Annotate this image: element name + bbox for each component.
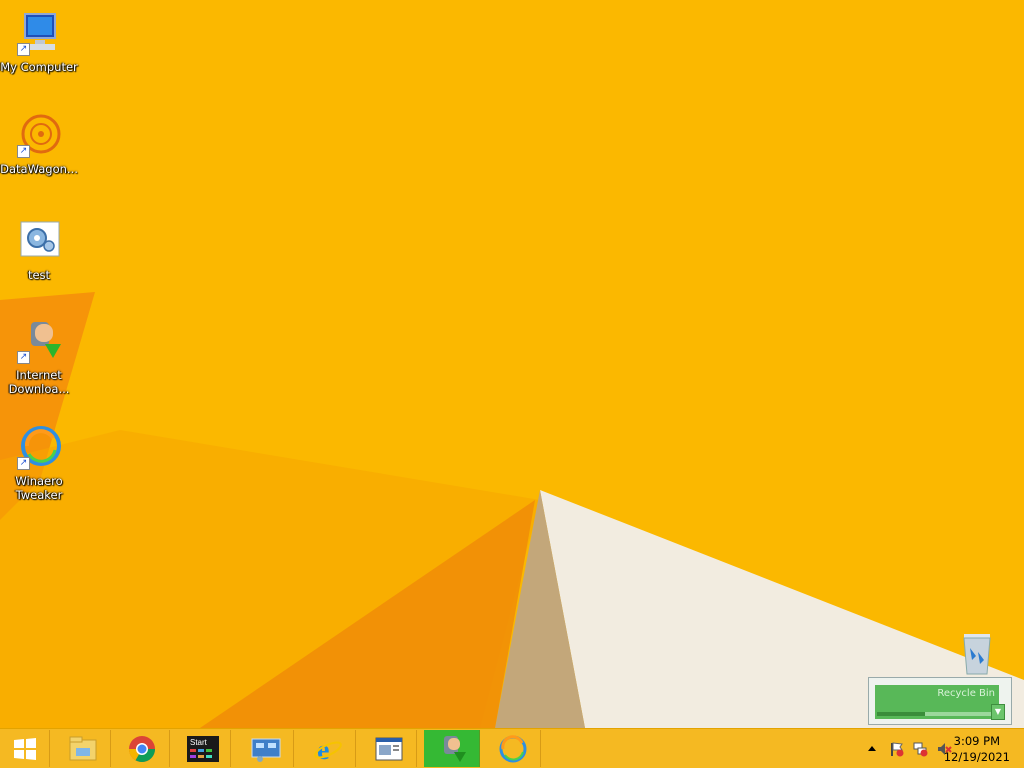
start-screen-button[interactable]: Start: [175, 730, 231, 767]
desktop-icon-datawagon[interactable]: ↗ DataWagon...: [0, 112, 78, 176]
shortcut-arrow-icon: ↗: [17, 457, 30, 470]
desktop-icon-internet-download-manager[interactable]: ↗ Internet Downloa...: [0, 318, 78, 396]
internet-explorer-icon: e: [313, 735, 342, 764]
desktop-icon-winaero-tweaker[interactable]: ↗ Winaero Tweaker: [0, 424, 78, 502]
file-explorer-button[interactable]: [55, 730, 111, 767]
action-center-flag-icon[interactable]: [888, 741, 904, 757]
computer-icon: ↗: [15, 10, 63, 58]
desktop-icon-label: test: [27, 268, 51, 282]
clock[interactable]: 3:09 PM 12/19/2021: [944, 733, 1010, 765]
clock-date: 12/19/2021: [943, 750, 1010, 764]
chevron-down-icon[interactable]: ▼: [991, 704, 1005, 720]
clock-time: 3:09 PM: [953, 734, 1001, 748]
winaero-tweaker-button[interactable]: [485, 730, 541, 767]
network-icon[interactable]: [912, 741, 928, 757]
system-tray: 3:09 PM 12/19/2021: [844, 729, 1024, 769]
settings-file-icon: [15, 218, 63, 266]
chrome-icon: [128, 735, 155, 762]
internet-explorer-button[interactable]: e: [300, 730, 356, 767]
desktop-icon-my-computer[interactable]: ↗ My Computer: [0, 10, 78, 74]
show-hidden-icons-arrow[interactable]: [864, 741, 880, 757]
progress-fill: [877, 712, 925, 716]
window-app-icon: [375, 737, 402, 760]
winaero-tweaker-icon: [499, 734, 526, 762]
control-panel-icon: [251, 738, 280, 762]
chrome-button[interactable]: [114, 730, 170, 767]
start-screen-label: Start: [190, 738, 208, 747]
desktop[interactable]: ↗ My Computer ↗ DataWagon... test ↗ Inte…: [0, 0, 1024, 728]
file-explorer-icon: [69, 736, 96, 760]
taskbar: Start e 3:09 PM 12/19/2021: [0, 728, 1024, 768]
download-speed-graph: Recycle Bin: [875, 685, 999, 719]
desktop-icon-recycle-bin[interactable]: [946, 630, 1006, 682]
recycle-bin-icon: [963, 634, 991, 675]
shortcut-arrow-icon: ↗: [17, 351, 30, 364]
control-panel-button[interactable]: [238, 730, 294, 767]
winaero-tweaker-icon: ↗: [15, 424, 63, 472]
datawagon-icon: ↗: [15, 112, 63, 160]
windows-logo-icon: [13, 737, 36, 760]
idm-drop-target-widget[interactable]: Recycle Bin ▼: [868, 677, 1012, 725]
widget-title: Recycle Bin: [937, 688, 995, 699]
internet-download-manager-button[interactable]: [424, 730, 480, 767]
internet-download-manager-icon: ↗: [15, 318, 63, 366]
desktop-icon-label: Winaero Tweaker: [15, 474, 63, 502]
start-button[interactable]: [0, 730, 50, 767]
shortcut-arrow-icon: ↗: [17, 43, 30, 56]
wallpaper: [0, 292, 1024, 728]
internet-download-manager-icon: [443, 735, 466, 762]
desktop-icon-label: DataWagon...: [0, 162, 78, 176]
window-app-button[interactable]: [361, 730, 417, 767]
start-screen-icon: Start: [186, 735, 219, 762]
shortcut-arrow-icon: ↗: [17, 145, 30, 158]
desktop-icon-label: Internet Downloa...: [8, 368, 70, 396]
desktop-icon-test[interactable]: test: [0, 218, 78, 282]
desktop-icon-label: My Computer: [0, 60, 78, 74]
